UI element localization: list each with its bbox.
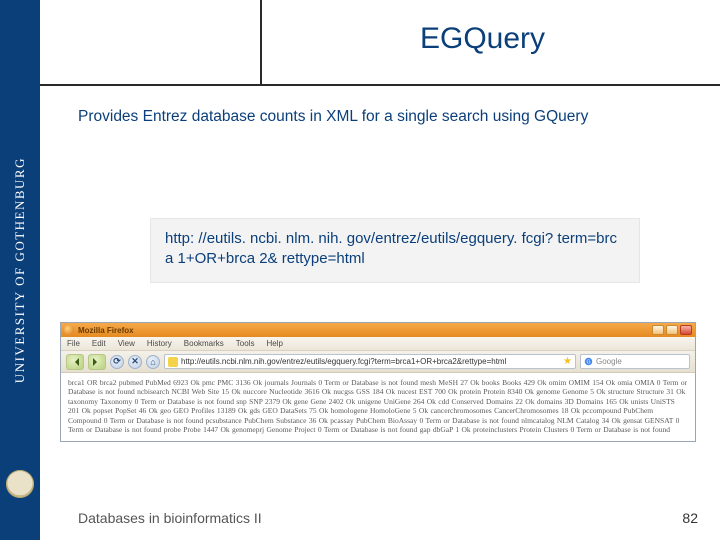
browser-content: brca1 OR brca2 pubmed PubMed 6923 Ok pmc… bbox=[61, 373, 695, 441]
forward-button[interactable] bbox=[88, 354, 106, 370]
search-placeholder: Google bbox=[596, 357, 622, 366]
menu-file[interactable]: File bbox=[67, 339, 80, 348]
header-divider bbox=[260, 0, 262, 86]
slide-subtitle: Provides Entrez database counts in XML f… bbox=[78, 108, 720, 126]
page-number: 82 bbox=[682, 510, 698, 526]
home-button[interactable]: ⌂ bbox=[146, 355, 160, 369]
slide-footer: Databases in bioinformatics II 82 bbox=[78, 510, 698, 526]
footer-left: Databases in bioinformatics II bbox=[78, 510, 262, 526]
example-url-box: http: //eutils. ncbi. nlm. nih. gov/entr… bbox=[150, 218, 640, 283]
site-favicon-icon bbox=[168, 357, 178, 367]
browser-menubar: File Edit View History Bookmarks Tools H… bbox=[61, 337, 695, 351]
browser-titlebar: Mozilla Firefox bbox=[61, 323, 695, 337]
university-band: UNIVERSITY OF GOTHENBURG bbox=[0, 0, 40, 540]
university-name: UNIVERSITY OF GOTHENBURG bbox=[12, 157, 28, 383]
firefox-icon bbox=[64, 325, 74, 335]
minimize-button[interactable] bbox=[652, 325, 664, 335]
address-text: http://eutils.ncbi.nlm.nih.gov/entrez/eu… bbox=[181, 357, 506, 366]
stop-button[interactable]: ✕ bbox=[128, 355, 142, 369]
maximize-button[interactable] bbox=[666, 325, 678, 335]
menu-tools[interactable]: Tools bbox=[236, 339, 255, 348]
menu-view[interactable]: View bbox=[118, 339, 135, 348]
slide-title: EGQuery bbox=[420, 22, 545, 56]
google-icon: G bbox=[584, 357, 593, 366]
browser-window: Mozilla Firefox File Edit View History B… bbox=[60, 322, 696, 442]
university-crest-icon bbox=[6, 470, 34, 498]
browser-toolbar: ⟳ ✕ ⌂ http://eutils.ncbi.nlm.nih.gov/ent… bbox=[61, 351, 695, 373]
search-box[interactable]: G Google bbox=[580, 354, 690, 369]
window-title: Mozilla Firefox bbox=[78, 326, 134, 335]
menu-history[interactable]: History bbox=[147, 339, 172, 348]
svg-text:G: G bbox=[586, 359, 590, 365]
reload-button[interactable]: ⟳ bbox=[110, 355, 124, 369]
close-button[interactable] bbox=[680, 325, 692, 335]
bookmark-star-icon[interactable]: ★ bbox=[563, 356, 572, 367]
back-button[interactable] bbox=[66, 354, 84, 370]
slide-header: EGQuery bbox=[40, 0, 720, 86]
menu-bookmarks[interactable]: Bookmarks bbox=[184, 339, 224, 348]
menu-help[interactable]: Help bbox=[266, 339, 282, 348]
menu-edit[interactable]: Edit bbox=[92, 339, 106, 348]
address-bar[interactable]: http://eutils.ncbi.nlm.nih.gov/entrez/eu… bbox=[164, 354, 576, 369]
